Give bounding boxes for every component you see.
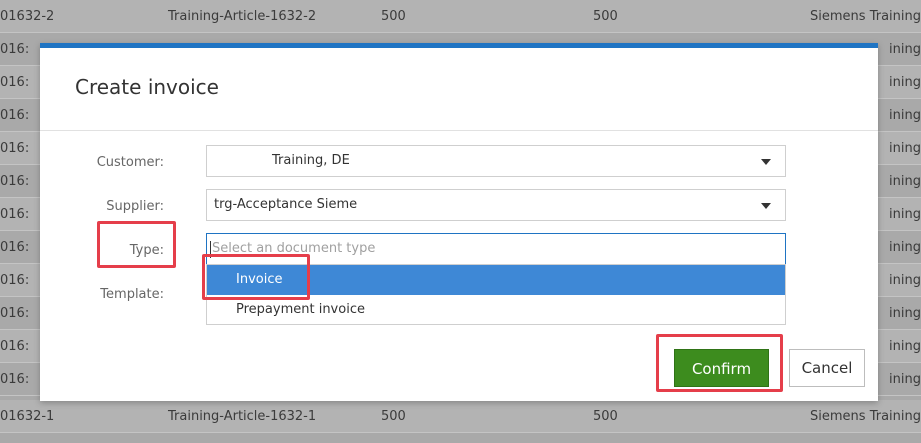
dialog-title: Create invoice [75,75,219,99]
row-org: Siemens Training [810,9,921,24]
cancel-button[interactable]: Cancel [789,349,865,387]
row-org: ining [889,141,921,156]
row-org: ining [889,306,921,321]
row-org: ining [889,339,921,354]
row-org: ining [889,372,921,387]
table-row[interactable]: 01632-1 Training-Article-1632-1 500 500 … [0,400,921,433]
row-article: Training-Article-1632-1 [168,409,317,424]
row-qty: 500 [381,409,406,424]
dialog-divider [40,130,878,131]
highlight-type-label [97,221,176,268]
row-org: Siemens Training [810,409,921,424]
row-id: 01632-2 [0,9,55,24]
customer-select[interactable]: Training, DE [206,145,786,177]
row-qty: 500 [593,409,618,424]
supplier-select[interactable]: trg-Acceptance Sieme [206,189,786,221]
highlight-invoice-option [202,254,310,300]
row-id: 016: [0,75,30,90]
row-org: ining [889,174,921,189]
row-id: 016: [0,372,30,387]
table-row[interactable]: 01632-2 Training-Article-1632-2 500 500 … [0,0,921,33]
row-org: ining [889,273,921,288]
row-org: ining [889,75,921,90]
chevron-down-icon[interactable] [761,203,771,209]
row-id: 016: [0,207,30,222]
row-id: 016: [0,174,30,189]
row-id: 01632-1 [0,409,55,424]
row-id: 016: [0,141,30,156]
row-id: 016: [0,273,30,288]
row-id: 016: [0,108,30,123]
row-org: ining [889,108,921,123]
customer-label: Customer: [96,155,164,170]
row-qty: 500 [593,9,618,24]
chevron-down-icon[interactable] [761,159,771,165]
customer-value: Training, DE [272,153,350,168]
row-article: Training-Article-1632-2 [168,9,317,24]
highlight-confirm-button [656,334,783,392]
row-org: ining [889,42,921,57]
row-org: ining [889,207,921,222]
row-id: 016: [0,240,30,255]
template-label: Template: [100,287,164,302]
row-id: 016: [0,339,30,354]
supplier-label: Supplier: [106,199,164,214]
row-org: ining [889,240,921,255]
row-qty: 500 [381,9,406,24]
row-id: 016: [0,306,30,321]
supplier-value: trg-Acceptance Sieme [214,197,358,212]
row-id: 016: [0,42,30,57]
